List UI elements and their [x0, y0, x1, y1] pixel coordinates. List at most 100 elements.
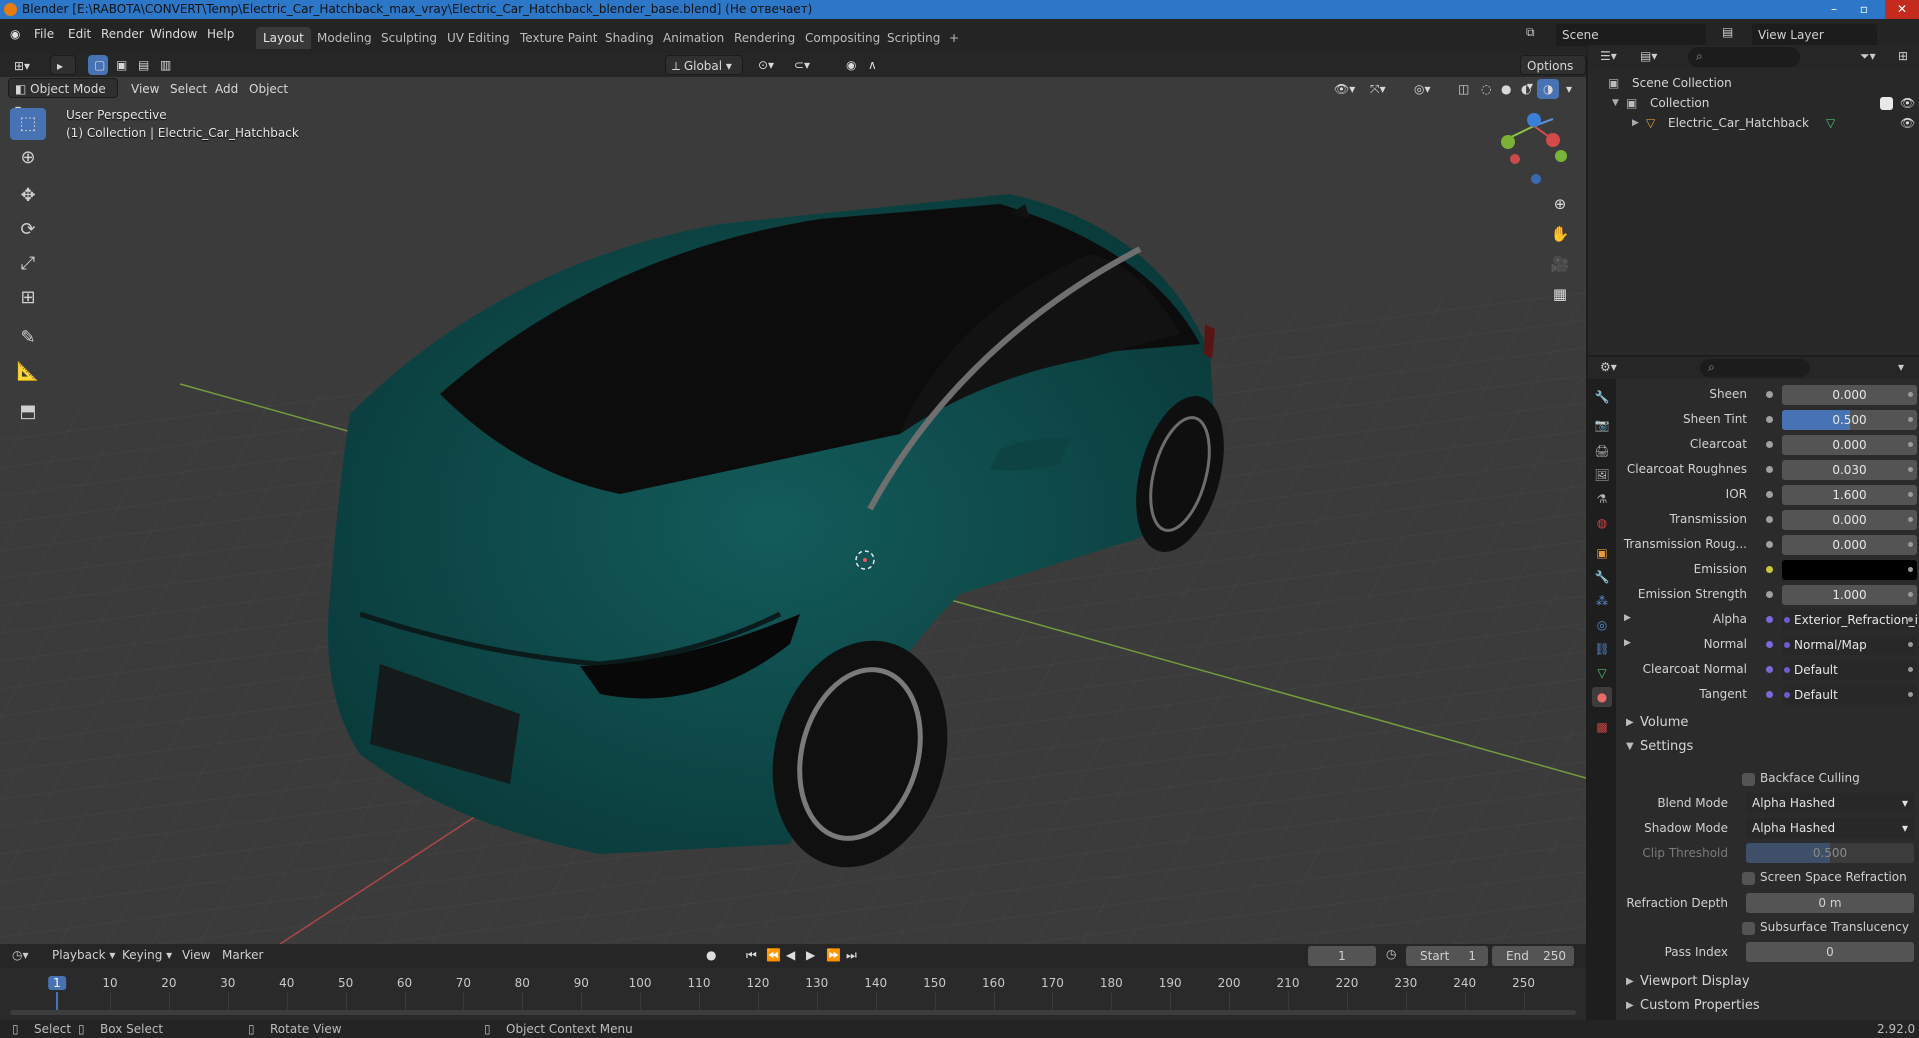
- output-tab-icon[interactable]: 🖨: [1592, 441, 1612, 461]
- socket-dot-icon[interactable]: [1766, 566, 1773, 573]
- tab-sculpting[interactable]: Sculpting: [374, 27, 444, 49]
- data-tab-icon[interactable]: ▽: [1592, 663, 1612, 683]
- tab-compositing[interactable]: Compositing: [798, 27, 887, 49]
- outliner-row-scene-collection[interactable]: ▣ Scene Collection: [1588, 73, 1919, 93]
- socket-dot-icon[interactable]: [1766, 416, 1773, 423]
- expand-input-icon[interactable]: ▶: [1624, 638, 1631, 648]
- view-layer-tab-icon[interactable]: 🖼: [1592, 465, 1612, 485]
- expand-input-icon[interactable]: ▶: [1624, 613, 1631, 623]
- menu-view[interactable]: View: [125, 79, 165, 99]
- overlays-icon[interactable]: ◎▾: [1408, 79, 1437, 99]
- falloff-icon[interactable]: ∧: [862, 55, 883, 75]
- keyframe-dot-icon[interactable]: [1908, 667, 1913, 672]
- tab-scripting[interactable]: Scripting: [880, 27, 947, 49]
- snap-icon[interactable]: ⊂▾: [788, 55, 816, 75]
- socket-dot-icon[interactable]: [1766, 516, 1773, 523]
- tab-animation[interactable]: Animation: [656, 27, 731, 49]
- transform-orientation-dropdown[interactable]: ⟂ Global ▾: [665, 55, 743, 75]
- tab-texture-paint[interactable]: Texture Paint: [513, 27, 604, 49]
- prop-field-tangent[interactable]: Default: [1782, 685, 1917, 705]
- keyframe-dot-icon[interactable]: [1908, 592, 1913, 597]
- menu-window[interactable]: Window: [150, 27, 197, 41]
- keyframe-dot-icon[interactable]: [1908, 417, 1913, 422]
- camera-view-icon[interactable]: 🎥: [1545, 250, 1575, 278]
- scene-selector-icon[interactable]: ⧉: [1526, 25, 1550, 45]
- gizmo-y-icon[interactable]: [1501, 135, 1515, 149]
- prop-field-clearcoat-roughnes[interactable]: 0.030: [1782, 460, 1917, 480]
- socket-dot-icon[interactable]: [1766, 641, 1773, 648]
- zoom-icon[interactable]: ⊕: [1545, 190, 1575, 218]
- maximize-button[interactable]: ▫: [1850, 0, 1878, 19]
- menu-file[interactable]: File: [34, 27, 54, 41]
- new-collection-icon[interactable]: ⊞: [1898, 49, 1908, 63]
- select-tool-icon[interactable]: ▸: [50, 55, 76, 75]
- collection-exclude-checkbox[interactable]: [1880, 97, 1893, 110]
- object-tab-icon[interactable]: ▣: [1592, 543, 1612, 563]
- gizmo-z-icon[interactable]: [1527, 113, 1541, 127]
- outliner-row-collection[interactable]: ▼ ▣ Collection 👁: [1588, 93, 1919, 113]
- world-tab-icon[interactable]: ◍: [1592, 513, 1612, 533]
- gizmo-x-icon[interactable]: [1546, 133, 1560, 147]
- physics-tab-icon[interactable]: ◎: [1592, 615, 1612, 635]
- socket-dot-icon[interactable]: [1766, 441, 1773, 448]
- keyframe-dot-icon[interactable]: [1908, 617, 1913, 622]
- tab-shading[interactable]: Shading: [598, 27, 661, 49]
- keyframe-dot-icon[interactable]: [1908, 642, 1913, 647]
- editor-type-icon[interactable]: ⊞▾: [8, 56, 36, 76]
- visibility-icon[interactable]: 👁▾: [1328, 79, 1361, 99]
- blender-menu-icon[interactable]: ◉: [10, 27, 20, 41]
- select-box-tool-icon[interactable]: ⬚: [10, 108, 46, 140]
- keyframe-dot-icon[interactable]: [1908, 492, 1913, 497]
- socket-dot-icon[interactable]: [1766, 466, 1773, 473]
- outliner-row-electric-car[interactable]: ▶ ▽ Electric_Car_Hatchback ▽ 👁: [1588, 113, 1919, 133]
- shadow-mode-dropdown[interactable]: Alpha Hashed ▾: [1746, 818, 1914, 838]
- menu-select[interactable]: Select: [164, 79, 213, 99]
- properties-search-input[interactable]: ⌕: [1700, 359, 1810, 377]
- prop-field-alpha[interactable]: Exterior_Refraction_inver...: [1782, 610, 1917, 630]
- pass-index-field[interactable]: 0: [1746, 942, 1914, 962]
- menu-render[interactable]: Render: [101, 27, 144, 41]
- shading-rendered-icon[interactable]: ◑: [1537, 79, 1560, 99]
- select-mode-intersect-icon[interactable]: ▥: [154, 55, 174, 75]
- timeline-scrubber[interactable]: 1 10 20 30 40 50 60 70 80 90 100 110 120 130 140 150 160…: [0, 944, 1586, 1020]
- mode-dropdown[interactable]: ◧ Object Mode ▾: [8, 78, 118, 116]
- prop-field-normal[interactable]: Normal/Map: [1782, 635, 1917, 655]
- prop-field-clearcoat[interactable]: 0.000: [1782, 435, 1917, 455]
- outliner-search-input[interactable]: ⌕: [1688, 47, 1800, 67]
- socket-dot-icon[interactable]: [1766, 541, 1773, 548]
- keyframe-dot-icon[interactable]: [1908, 467, 1913, 472]
- keyframe-dot-icon[interactable]: [1908, 542, 1913, 547]
- display-mode-icon[interactable]: ▤▾: [1640, 49, 1657, 63]
- socket-dot-icon[interactable]: [1766, 616, 1773, 623]
- rotate-tool-icon[interactable]: ⟳: [10, 214, 46, 246]
- menu-add[interactable]: Add: [209, 79, 244, 99]
- view-layer-icon[interactable]: ▤: [1722, 25, 1746, 45]
- prop-field-transmission[interactable]: 0.000: [1782, 510, 1917, 530]
- scale-tool-icon[interactable]: ⤢: [10, 248, 46, 280]
- constraints-tab-icon[interactable]: ⛓: [1592, 639, 1612, 659]
- expand-collection-icon[interactable]: ▼: [1612, 93, 1619, 113]
- object-visibility-eye-icon[interactable]: 👁: [1900, 113, 1915, 133]
- keyframe-dot-icon[interactable]: [1908, 517, 1913, 522]
- clip-threshold-slider[interactable]: 0.500: [1746, 843, 1914, 863]
- tab-layout[interactable]: Layout: [256, 27, 311, 49]
- playhead-line[interactable]: [56, 992, 58, 1012]
- menu-edit[interactable]: Edit: [68, 27, 91, 41]
- add-cube-tool-icon[interactable]: ⬒: [10, 396, 46, 428]
- minimize-button[interactable]: –: [1820, 0, 1848, 19]
- tab-uv-editing[interactable]: UV Editing: [440, 27, 517, 49]
- gizmo-toggle-icon[interactable]: ⤧▾: [1364, 79, 1392, 99]
- close-button[interactable]: ✕: [1885, 0, 1919, 19]
- subsurface-translucency-checkbox[interactable]: [1742, 922, 1755, 935]
- expand-object-icon[interactable]: ▶: [1632, 113, 1639, 133]
- menu-help[interactable]: Help: [207, 27, 234, 41]
- shading-material-icon[interactable]: ◐: [1515, 79, 1537, 99]
- material-tab-icon[interactable]: ●: [1592, 687, 1612, 707]
- annotate-tool-icon[interactable]: ✎: [10, 322, 46, 354]
- view-layer-field[interactable]: View Layer: [1752, 24, 1877, 46]
- measure-tool-icon[interactable]: 📐: [10, 356, 46, 388]
- shading-options-icon[interactable]: ▾: [1560, 79, 1578, 99]
- socket-dot-icon[interactable]: [1766, 491, 1773, 498]
- select-mode-extend-icon[interactable]: ▣: [110, 55, 130, 75]
- keyframe-dot-icon[interactable]: [1908, 392, 1913, 397]
